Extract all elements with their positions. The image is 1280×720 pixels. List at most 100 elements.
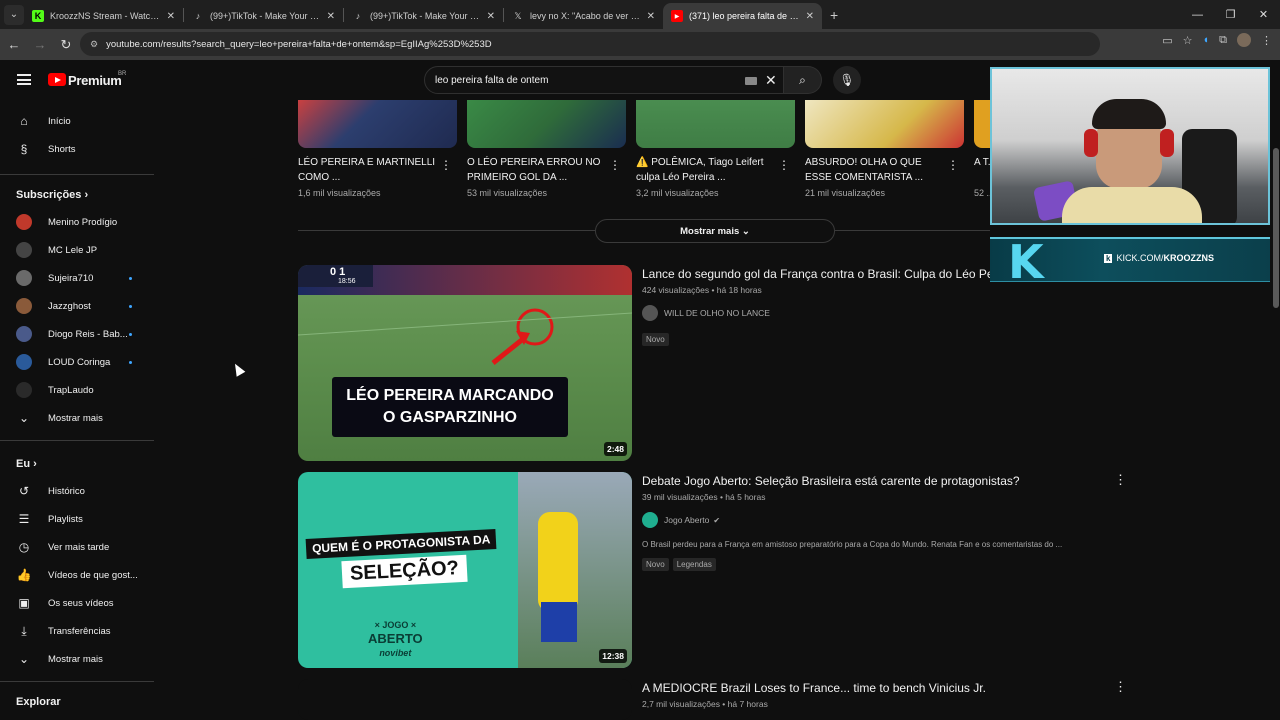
- divider: [835, 230, 990, 231]
- more-options-icon[interactable]: ⋮: [609, 158, 621, 172]
- sidebar-item-watch-later[interactable]: ◷ Ver mais tarde: [0, 533, 154, 561]
- sidebar-item-shorts[interactable]: § Shorts: [0, 135, 154, 163]
- video-thumbnail[interactable]: 0 1 18:56 LÉO PEREIRA MARCANDO O GASPARZ…: [298, 265, 632, 461]
- sidebar-item-subscription[interactable]: Diogo Reis - Bab...: [0, 320, 154, 348]
- shelf-thumbnail[interactable]: [467, 100, 626, 148]
- logo-text[interactable]: Premium: [68, 73, 122, 88]
- video-description: O Brasil perdeu para a França em amistos…: [642, 540, 1063, 549]
- shelf-card[interactable]: O LÉO PEREIRA ERROU NO PRIMEIRO GOL DA .…: [467, 100, 626, 205]
- video-result[interactable]: QUEM É O PROTAGONISTA DA SELEÇÃO? × JOGO…: [298, 472, 1138, 668]
- close-tab-icon[interactable]: ✕: [487, 11, 495, 22]
- watch-later-icon: ◷: [18, 540, 30, 554]
- clear-search-icon[interactable]: ✕: [765, 72, 777, 89]
- address-bar[interactable]: ⚙ youtube.com/results?search_query=leo+p…: [80, 32, 1100, 56]
- scrollbar-thumb[interactable]: [1273, 148, 1279, 308]
- kick-logo-icon: K: [1008, 235, 1044, 289]
- keyboard-icon[interactable]: [745, 77, 757, 85]
- close-window-icon[interactable]: ✕: [1247, 8, 1280, 21]
- search-input[interactable]: leo pereira falta de ontem ✕: [424, 66, 784, 94]
- subscriptions-show-more[interactable]: ⌄ Mostrar mais: [0, 404, 154, 432]
- channel-avatar[interactable]: [642, 512, 658, 528]
- video-title[interactable]: A MEDIOCRE Brazil Loses to France... tim…: [642, 681, 1242, 695]
- browser-tab-x[interactable]: 𝕏 levy no X: "Acabo de ver o Léo ✕: [504, 3, 663, 29]
- page-scrollbar[interactable]: [1272, 60, 1280, 720]
- more-options-icon[interactable]: ⋮: [778, 158, 790, 172]
- channel-link[interactable]: WILL DE OLHO NO LANCE: [642, 305, 770, 321]
- extensions-puzzle-icon[interactable]: ⧉: [1219, 34, 1227, 47]
- sidebar-item-playlists[interactable]: ☰ Playlists: [0, 505, 154, 533]
- new-tab-icon[interactable]: +: [830, 7, 838, 23]
- minimize-icon[interactable]: —: [1181, 9, 1214, 21]
- close-tab-icon[interactable]: ✕: [806, 11, 814, 22]
- bookmark-star-icon[interactable]: ☆: [1183, 34, 1193, 47]
- video-result[interactable]: 0 1 18:56 LÉO PEREIRA MARCANDO O GASPARZ…: [298, 265, 1138, 461]
- search-button[interactable]: ⌕: [784, 66, 822, 94]
- more-options-icon[interactable]: ⋮: [440, 158, 452, 172]
- cast-icon[interactable]: ▭: [1162, 34, 1172, 47]
- you-show-more[interactable]: ⌄ Mostrar mais: [0, 645, 154, 673]
- sidebar-item-subscription[interactable]: MC Lele JP: [0, 236, 154, 264]
- shelf-thumbnail[interactable]: [974, 100, 990, 148]
- sidebar-item-subscription[interactable]: LOUD Coringa: [0, 348, 154, 376]
- youtube-logo-icon[interactable]: [48, 73, 66, 86]
- shelf-card[interactable]: A T... TÁ ... 52 ...: [974, 100, 990, 205]
- sidebar-item-subscription[interactable]: TrapLaudo: [0, 376, 154, 404]
- browser-tab-tiktok-2[interactable]: ♪ (99+)TikTok - Make Your Day ✕: [344, 3, 503, 29]
- shelf-thumbnail[interactable]: [298, 100, 457, 148]
- voice-search-button[interactable]: 🎙: [833, 66, 861, 94]
- back-icon[interactable]: ←: [2, 37, 26, 52]
- sidebar-item-liked-videos[interactable]: 👍 Vídeos de que gost...: [0, 561, 154, 589]
- channel-avatar: [16, 382, 32, 398]
- browser-tab-youtube[interactable]: ▶ (371) leo pereira falta de ontem ✕: [663, 3, 822, 29]
- tab-search-menu-icon[interactable]: ⌄: [4, 4, 24, 25]
- browser-menu-icon[interactable]: ⋮: [1261, 34, 1272, 47]
- close-tab-icon[interactable]: ✕: [167, 11, 175, 22]
- browser-tab-kick[interactable]: K KroozzNS Stream - Watch Live ✕: [24, 3, 183, 29]
- your-videos-icon: ▣: [18, 596, 30, 610]
- shorts-icon: §: [20, 142, 28, 156]
- forward-icon[interactable]: →: [28, 37, 52, 52]
- channel-link[interactable]: Jogo Aberto ✔: [642, 512, 720, 528]
- reload-icon[interactable]: ↻: [54, 37, 78, 53]
- verified-icon: ✔: [713, 515, 721, 525]
- sidebar-item-subscription[interactable]: Sujeira710: [0, 264, 154, 292]
- video-result[interactable]: A MEDIOCRE Brazil Loses to France... tim…: [298, 679, 1138, 720]
- channel-avatar: [16, 326, 32, 342]
- address-bar-url: youtube.com/results?search_query=leo+per…: [106, 38, 492, 50]
- video-title[interactable]: Debate Jogo Aberto: Seleção Brasileira e…: [642, 474, 1242, 488]
- shelf-card[interactable]: ABSURDO! OLHA O QUE ESSE COMENTARISTA ..…: [805, 100, 964, 205]
- sidebar-item-downloads[interactable]: ⤓ Transferências: [0, 617, 154, 645]
- more-options-icon[interactable]: ⋮: [947, 158, 959, 172]
- sidebar-item-your-videos[interactable]: ▣ Os seus vídeos: [0, 589, 154, 617]
- sidebar-item-history[interactable]: ↺ Histórico: [0, 477, 154, 505]
- you-header[interactable]: Eu ›: [16, 458, 37, 470]
- sidebar-item-home[interactable]: ⌂ Início: [0, 107, 154, 135]
- close-tab-icon[interactable]: ✕: [647, 11, 655, 22]
- sidebar-item-subscription[interactable]: Menino Prodígio: [0, 208, 154, 236]
- new-content-dot: [129, 304, 132, 308]
- shelf-thumbnail[interactable]: [636, 100, 795, 148]
- hamburger-menu-icon[interactable]: [17, 74, 31, 85]
- shelf-thumbnail[interactable]: [805, 100, 964, 148]
- extension-icon[interactable]: ◖: [1202, 34, 1209, 46]
- more-options-icon[interactable]: ⋮: [1114, 472, 1127, 488]
- browser-tab-tiktok-1[interactable]: ♪ (99+)TikTok - Make Your Day ✕: [184, 3, 343, 29]
- youtube-icon: ▶: [671, 10, 683, 22]
- channel-avatar: [16, 214, 32, 230]
- sidebar: Premium BR ⌂ Início § Shorts Subscrições…: [0, 60, 154, 720]
- restore-icon[interactable]: ❐: [1214, 8, 1247, 21]
- history-icon: ↺: [18, 484, 30, 498]
- site-info-icon[interactable]: ⚙: [90, 39, 98, 50]
- subscriptions-header[interactable]: Subscrições ›: [16, 189, 88, 201]
- more-options-icon[interactable]: ⋮: [1114, 679, 1127, 695]
- profile-avatar[interactable]: [1237, 33, 1251, 47]
- shelf-card[interactable]: ⚠️ POLÊMICA, Tiago Leifert culpa Léo Per…: [636, 100, 795, 205]
- show-more-button[interactable]: Mostrar mais ⌄: [595, 219, 835, 243]
- video-thumbnail[interactable]: QUEM É O PROTAGONISTA DA SELEÇÃO? × JOGO…: [298, 472, 632, 668]
- video-thumbnail[interactable]: [298, 679, 632, 720]
- shelf-card[interactable]: LÉO PEREIRA E MARTINELLI COMO ... 1,6 mi…: [298, 100, 457, 205]
- sidebar-item-subscription[interactable]: Jazzghost: [0, 292, 154, 320]
- tiktok-icon: ♪: [355, 11, 361, 21]
- close-tab-icon[interactable]: ✕: [327, 11, 335, 22]
- channel-avatar[interactable]: [642, 305, 658, 321]
